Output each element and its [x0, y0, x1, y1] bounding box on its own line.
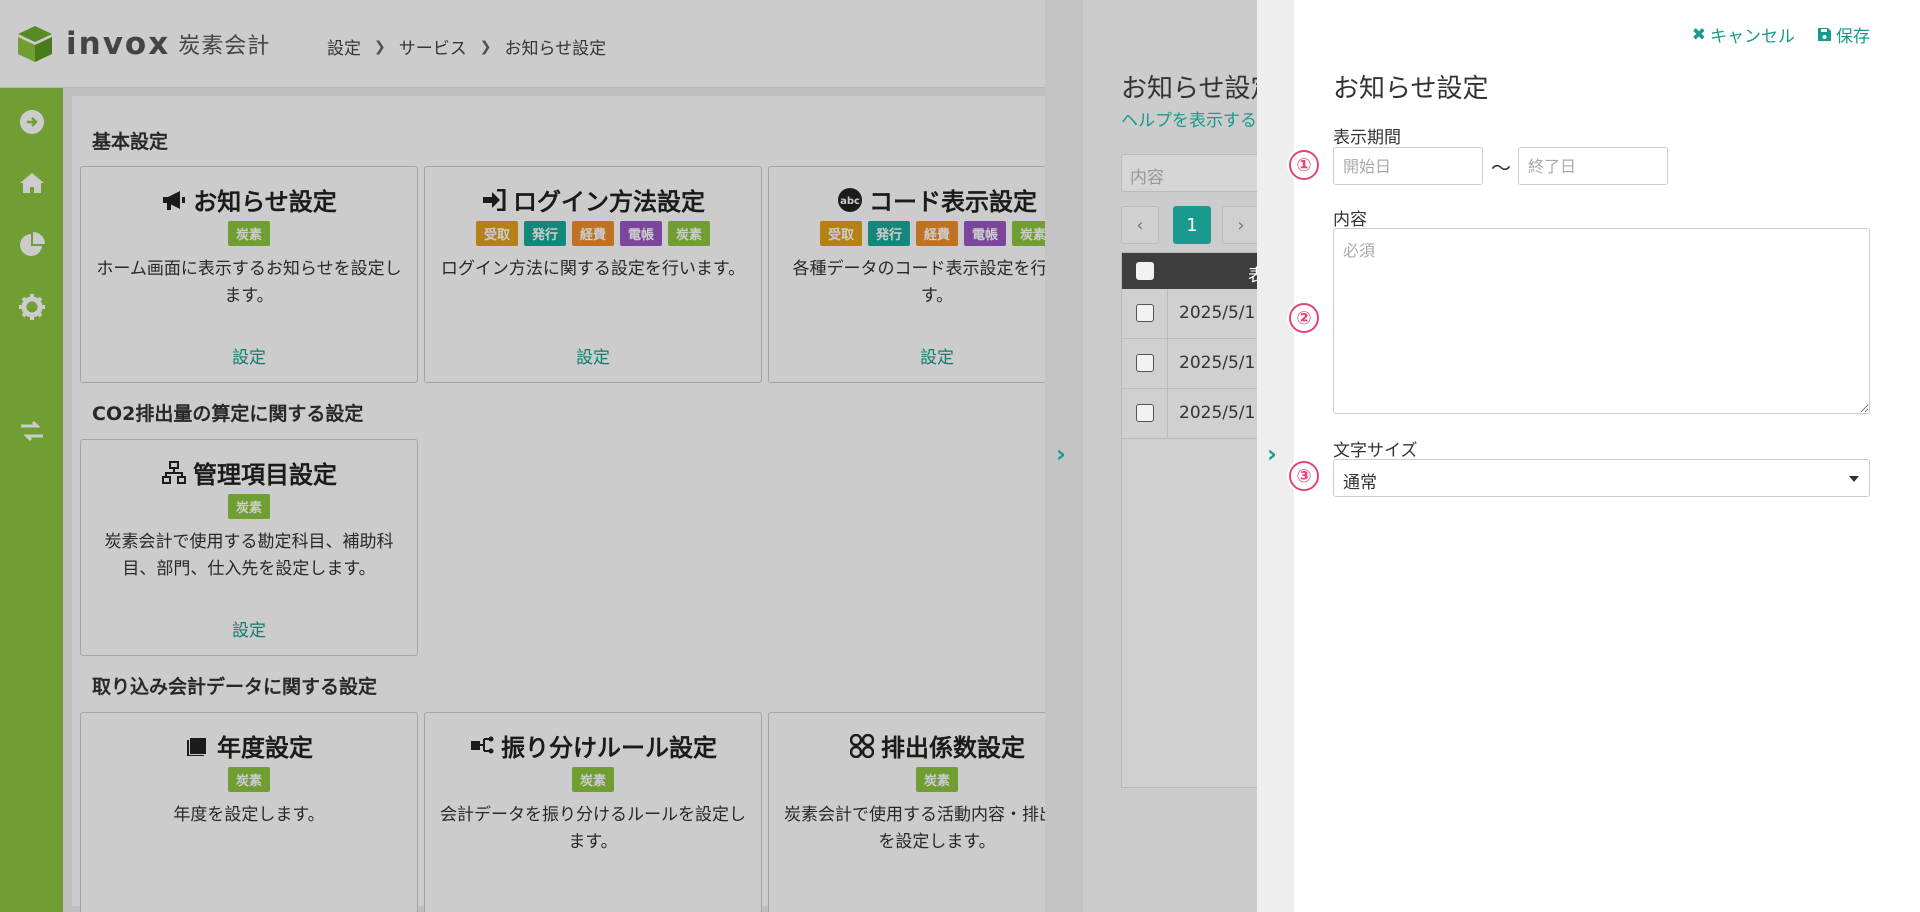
annotation-marker-2: ② [1289, 303, 1319, 333]
annotation-marker-3: ③ [1289, 461, 1319, 491]
font-size-select[interactable]: 通常 [1333, 459, 1870, 497]
floppy-disk-icon [1818, 28, 1831, 41]
cancel-button[interactable]: ✖ キャンセル [1691, 22, 1795, 48]
close-icon: ✖ [1691, 24, 1706, 45]
row-checkbox[interactable] [1136, 404, 1154, 422]
period-label: 表示期間 [1333, 128, 1401, 148]
font-size-label: 文字サイズ [1333, 441, 1418, 461]
end-date-input[interactable] [1518, 147, 1668, 185]
cancel-label: キャンセル [1710, 27, 1795, 47]
save-label: 保存 [1836, 27, 1870, 47]
save-button[interactable]: 保存 [1817, 22, 1870, 47]
chevron-right-icon[interactable]: › [1056, 440, 1066, 468]
chevron-right-icon[interactable]: › [1267, 440, 1277, 468]
pager-prev-button[interactable]: ‹ [1121, 206, 1159, 244]
modal-backdrop[interactable] [0, 0, 1045, 912]
content-textarea[interactable] [1333, 228, 1870, 414]
help-link[interactable]: ヘルプを表示する [1121, 106, 1257, 131]
range-separator: 〜 [1491, 156, 1511, 180]
pager-next-button[interactable]: › [1222, 206, 1260, 244]
content-label: 内容 [1333, 210, 1367, 230]
pager-page-button[interactable]: 1 [1173, 206, 1211, 244]
select-all-checkbox[interactable] [1136, 262, 1154, 280]
notice-edit-drawer: › ✖ キャンセル 保存 お知らせ設定 表示期間 ① 〜 内容 ② 文字サイズ … [1257, 0, 1920, 912]
row-checkbox[interactable] [1136, 304, 1154, 322]
drawer-actions: ✖ キャンセル 保存 [1691, 22, 1870, 48]
drawer-title: お知らせ設定 [1333, 74, 1489, 104]
caret-down-icon [1849, 476, 1859, 482]
start-date-input[interactable] [1333, 147, 1483, 185]
annotation-marker-1: ① [1289, 150, 1319, 180]
row-checkbox[interactable] [1136, 354, 1154, 372]
drawer-title: お知らせ設定 [1121, 74, 1277, 104]
font-size-value: 通常 [1343, 473, 1377, 493]
